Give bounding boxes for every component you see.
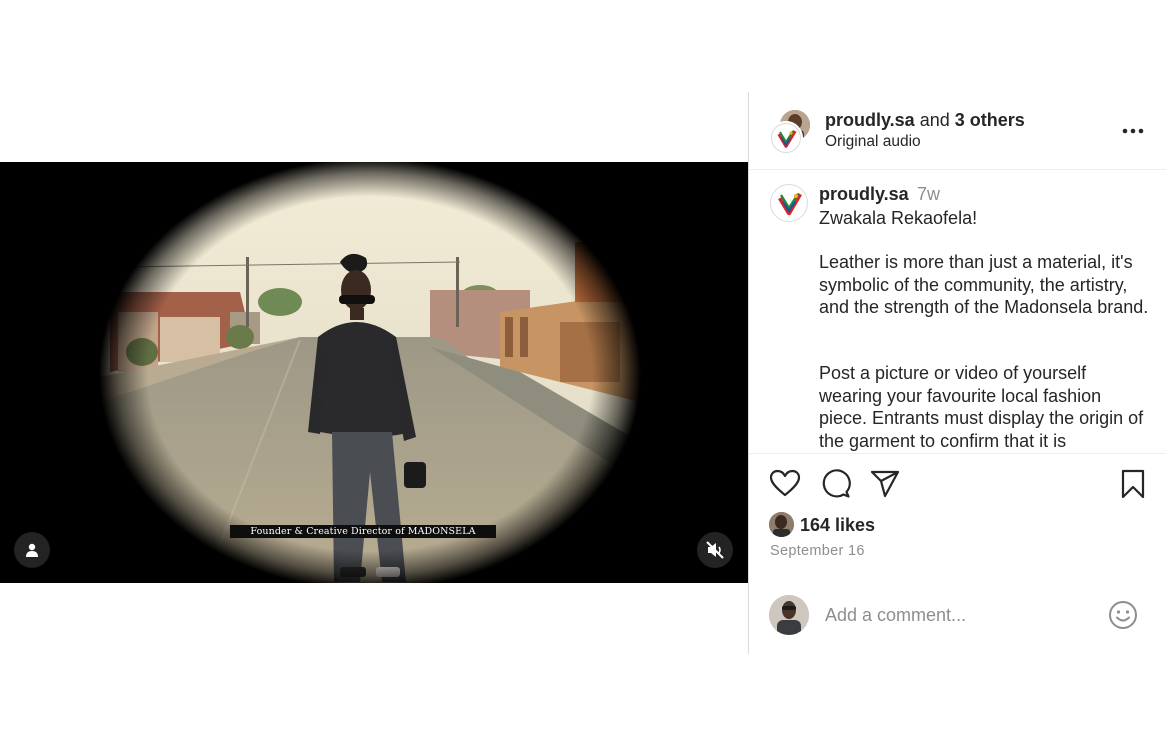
viewer-avatar [769, 595, 809, 635]
collab-avatars[interactable] [769, 110, 813, 155]
caption-greeting: Zwakala Rekaofela! [819, 208, 978, 228]
comment-icon[interactable] [819, 468, 851, 500]
proudly-sa-logo-avatar[interactable] [769, 121, 803, 155]
caption-section: proudly.sa 7w Zwakala Rekaofela! Leather… [749, 170, 1166, 454]
reel-video[interactable]: Founder & Creative Director of MADONSELA [0, 162, 749, 583]
author-joiner: and [919, 110, 950, 130]
others-link[interactable]: 3 others [955, 110, 1025, 130]
mute-toggle-button[interactable] [697, 532, 733, 568]
likes-count[interactable]: 164 likes [800, 513, 875, 537]
user-icon [26, 543, 38, 557]
caption-username[interactable]: proudly.sa [819, 182, 909, 206]
author-username[interactable]: proudly.sa [825, 110, 915, 130]
post-date[interactable]: September 16 [770, 542, 865, 560]
heart-icon[interactable] [769, 468, 801, 500]
speaker-muted-icon [706, 541, 724, 559]
proudly-sa-logo-avatar[interactable] [770, 184, 808, 222]
video-caption: Founder & Creative Director of MADONSELA [230, 525, 496, 538]
comment-box [749, 592, 1166, 638]
original-audio-link[interactable]: Original audio [825, 132, 921, 152]
post-side-panel: proudly.sa and 3 others Original audio p… [748, 92, 1166, 654]
tagged-people-button[interactable] [14, 532, 50, 568]
post-header: proudly.sa and 3 others Original audio [749, 92, 1166, 170]
smiley-icon[interactable] [1108, 600, 1138, 630]
liker-avatar [769, 512, 794, 537]
video-frame [0, 162, 749, 583]
comment-input[interactable] [825, 601, 1095, 629]
paper-plane-icon[interactable] [869, 468, 901, 500]
more-dots-icon[interactable] [1121, 126, 1145, 136]
caption-time[interactable]: 7w [917, 182, 940, 206]
bookmark-icon[interactable] [1117, 468, 1149, 500]
caption-paragraph: Post a picture or video of yourself wear… [819, 363, 1144, 451]
post-authors: proudly.sa and 3 others [825, 109, 1025, 131]
caption-paragraph: Leather is more than just a material, it… [819, 252, 1149, 317]
action-bar [749, 468, 1166, 504]
